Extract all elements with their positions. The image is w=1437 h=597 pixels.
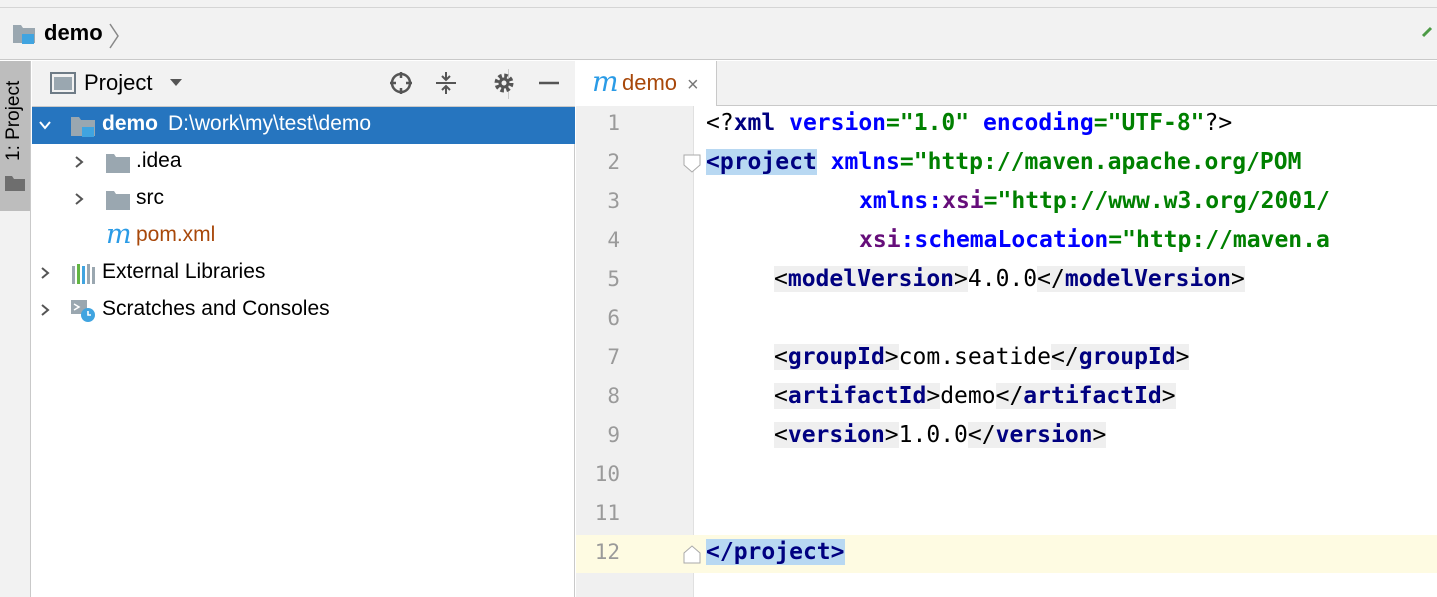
line-number: 2 [607, 150, 620, 174]
close-icon[interactable]: × [687, 74, 699, 97]
code-text: <project xmlns="http://maven.apache.org/… [706, 149, 1302, 175]
fold-icon[interactable] [683, 154, 701, 174]
tree-row-label: demo D:\work\my\test\demo [102, 112, 372, 135]
module-folder-icon [71, 117, 95, 137]
tree-row-pom-xml[interactable]: m pom.xml [32, 218, 575, 255]
project-view-selector[interactable]: Project [84, 70, 152, 96]
tree-row-src[interactable]: src [32, 181, 575, 218]
line-number: 4 [607, 228, 620, 252]
line-number: 11 [594, 501, 620, 525]
code-line: 6 [576, 301, 1437, 339]
tree-row-demo[interactable]: demo D:\work\my\test\demo [32, 107, 575, 144]
editor-tab-bar: m demo × [576, 61, 1437, 106]
breadcrumb-demo[interactable]: demo [44, 20, 103, 46]
code-line: 11 [576, 496, 1437, 534]
code-text: xsi:schemaLocation="http://maven.a [859, 227, 1330, 253]
code-text: <version>1.0.0</version> [774, 422, 1107, 448]
project-panel-header: Project [32, 61, 575, 107]
tree-row-scratches[interactable]: Scratches and Consoles [32, 292, 575, 329]
line-number: 12 [594, 540, 620, 564]
chevron-down-icon[interactable] [38, 118, 52, 132]
line-number: 9 [607, 423, 620, 447]
line-number: 3 [607, 189, 620, 213]
project-view-icon [50, 72, 76, 94]
code-line: 8 <artifactId>demo</artifactId> [576, 379, 1437, 417]
editor-area: m demo × 1 <?xml version="1.0" encoding=… [576, 61, 1437, 597]
hide-panel-icon[interactable] [536, 70, 562, 96]
tree-row-label: External Libraries [102, 260, 266, 283]
tree-row-label: .idea [136, 149, 182, 172]
code-line: 3 xmlns:xsi="http://www.w3.org/2001/ [576, 184, 1437, 222]
code-line-current: 12 </project> [576, 535, 1437, 573]
maven-file-icon: m [106, 219, 132, 250]
project-panel: Project demo D:\work\my\test\demo .idea … [32, 61, 575, 597]
code-line: 9 <version>1.0.0</version> [576, 418, 1437, 456]
code-text: <modelVersion>4.0.0</modelVersion> [774, 266, 1245, 292]
code-text: </project> [706, 539, 845, 565]
build-arrow-icon[interactable] [1421, 24, 1437, 40]
line-number: 5 [607, 267, 620, 291]
code-line: 2 <project xmlns="http://maven.apache.or… [576, 145, 1437, 183]
code-line: 10 [576, 457, 1437, 495]
line-number: 1 [607, 111, 620, 135]
tree-row-label: pom.xml [136, 223, 216, 246]
chevron-right-icon[interactable] [72, 192, 86, 206]
collapse-all-icon[interactable] [433, 70, 459, 96]
folder-icon [106, 191, 130, 210]
folder-icon [5, 176, 25, 191]
maven-file-icon: m [592, 65, 619, 98]
project-tab-label: 1: Project [3, 80, 24, 161]
line-number: 10 [594, 462, 620, 486]
editor-tab-demo[interactable]: m demo × [576, 61, 717, 106]
chevron-right-icon[interactable] [72, 155, 86, 169]
navigation-bar: demo [0, 8, 1437, 60]
folder-icon [106, 154, 130, 173]
breadcrumb-separator-icon [109, 23, 119, 49]
tree-row-label: src [136, 186, 164, 209]
tree-row-label: Scratches and Consoles [102, 297, 330, 320]
line-number: 7 [607, 345, 620, 369]
chevron-right-icon[interactable] [38, 266, 52, 280]
project-tool-window-tab[interactable]: 1: Project [0, 61, 30, 211]
library-icon [72, 264, 95, 284]
code-text: <?xml version="1.0" encoding="UTF-8"?> [706, 110, 1233, 136]
line-number: 6 [607, 306, 620, 330]
title-bar-strip [0, 0, 1437, 8]
tree-row-idea[interactable]: .idea [32, 144, 575, 181]
tool-window-strip: 1: Project [0, 61, 31, 597]
code-line: 4 xsi:schemaLocation="http://maven.a [576, 223, 1437, 261]
scratches-icon [71, 300, 95, 322]
code-line: 5 <modelVersion>4.0.0</modelVersion> [576, 262, 1437, 300]
code-line: 1 <?xml version="1.0" encoding="UTF-8"?> [576, 106, 1437, 144]
tree-row-external-libraries[interactable]: External Libraries [32, 255, 575, 292]
code-text: <artifactId>demo</artifactId> [774, 383, 1176, 409]
line-number: 8 [607, 384, 620, 408]
code-line: 7 <groupId>com.seatide</groupId> [576, 340, 1437, 378]
gear-icon[interactable] [491, 70, 517, 96]
chevron-down-icon[interactable] [169, 78, 183, 88]
code-text: xmlns:xsi="http://www.w3.org/2001/ [859, 188, 1330, 214]
fold-icon[interactable] [683, 544, 701, 564]
chevron-right-icon[interactable] [38, 303, 52, 317]
code-text: <groupId>com.seatide</groupId> [774, 344, 1190, 370]
locate-icon[interactable] [388, 70, 414, 96]
tab-label: demo [622, 70, 678, 95]
